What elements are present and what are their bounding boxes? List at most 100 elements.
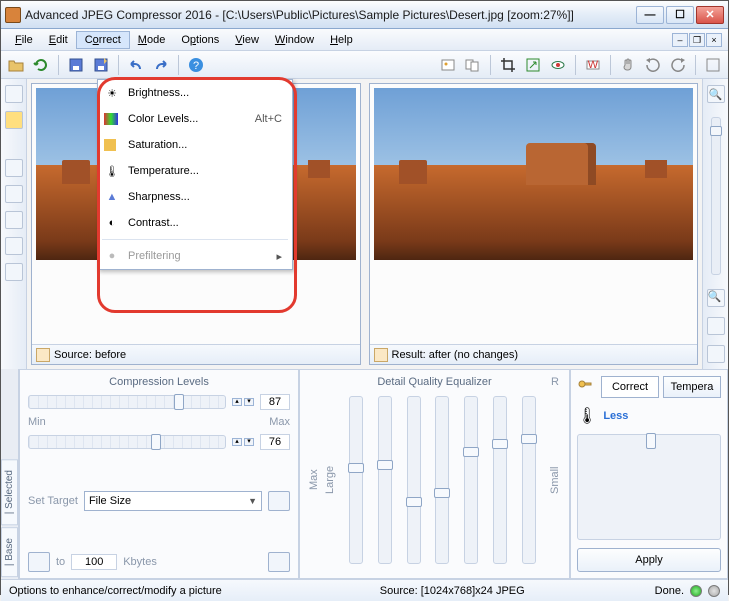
dock-tool2-icon[interactable] — [5, 185, 23, 203]
titlebar: Advanced JPEG Compressor 2016 - [C:\User… — [1, 1, 728, 29]
tab-temperature[interactable]: Tempera — [663, 376, 721, 398]
left-dock — [1, 79, 27, 369]
tab-selected[interactable]: | Selected — [1, 459, 18, 525]
compression-value-2[interactable]: 76 — [260, 434, 290, 450]
spin-down-1[interactable]: ▾ — [244, 398, 254, 406]
result-pane: Result: after (no changes) — [369, 83, 699, 365]
minimize-button[interactable]: — — [636, 6, 664, 24]
zoom-in-icon[interactable]: 🔍 — [707, 85, 725, 103]
menu-saturation[interactable]: Saturation... — [98, 132, 292, 158]
menu-prefiltering[interactable]: ●Prefiltering▸ — [98, 243, 292, 269]
eq-slider-1[interactable] — [349, 396, 363, 564]
crop-icon[interactable] — [497, 54, 519, 76]
eq-small-label: Small — [549, 466, 561, 494]
fit-window-icon[interactable] — [707, 317, 725, 335]
target-action-button[interactable] — [268, 491, 290, 511]
redeye-icon[interactable] — [547, 54, 569, 76]
compression-value-1[interactable]: 87 — [260, 394, 290, 410]
menu-mode[interactable]: Mode — [130, 32, 174, 48]
dock-tool3-icon[interactable] — [5, 211, 23, 229]
zoom-slider[interactable] — [711, 117, 721, 275]
fullscreen-icon[interactable] — [702, 54, 724, 76]
spin-up-1[interactable]: ▴ — [232, 398, 242, 406]
eq-slider-6[interactable] — [493, 396, 507, 564]
eq-large-label: Large — [324, 466, 336, 494]
actual-size-icon[interactable] — [707, 345, 725, 363]
save-as-icon[interactable] — [90, 54, 112, 76]
copy-image-icon[interactable] — [462, 54, 484, 76]
result-caption-icon — [374, 348, 388, 362]
target-size-input[interactable]: 100 — [71, 554, 117, 570]
doc-minimize-button[interactable]: – — [672, 33, 688, 47]
reload-icon[interactable] — [30, 54, 52, 76]
menu-view[interactable]: View — [227, 32, 267, 48]
dock-tool1-icon[interactable] — [5, 159, 23, 177]
eq-slider-4[interactable] — [435, 396, 449, 564]
menu-contrast[interactable]: ◐Contrast... — [98, 210, 292, 236]
resize-icon[interactable] — [522, 54, 544, 76]
main-toolbar: ? W — [1, 51, 728, 79]
contrast-icon: ◐ — [104, 215, 120, 231]
compression-slider-2[interactable] — [28, 435, 226, 449]
menu-edit[interactable]: Edit — [41, 32, 76, 48]
apply-size-button[interactable] — [268, 552, 290, 572]
result-caption: Result: after (no changes) — [392, 349, 519, 361]
tab-correct[interactable]: Correct — [601, 376, 659, 398]
save-icon[interactable] — [65, 54, 87, 76]
menu-window[interactable]: Window — [267, 32, 322, 48]
menu-help[interactable]: Help — [322, 32, 361, 48]
menu-sharpness[interactable]: ▲Sharpness... — [98, 184, 292, 210]
eq-slider-5[interactable] — [464, 396, 478, 564]
result-image[interactable] — [370, 84, 698, 344]
maximize-button[interactable]: ☐ — [666, 6, 694, 24]
menu-temperature[interactable]: 🌡Temperature... — [98, 158, 292, 184]
apply-button[interactable]: Apply — [577, 548, 721, 572]
dock-key-icon[interactable] — [5, 111, 23, 129]
hand-icon[interactable] — [617, 54, 639, 76]
dock-tool5-icon[interactable] — [5, 263, 23, 281]
tab-base[interactable]: | Base — [1, 527, 18, 577]
menu-correct[interactable]: Correct — [76, 31, 130, 49]
menu-color-levels[interactable]: Color Levels...Alt+C — [98, 106, 292, 132]
target-tool-button[interactable] — [28, 552, 50, 572]
bottom-panels: | Selected | Base Compression Levels ▴▾ … — [1, 369, 728, 579]
target-combo[interactable]: File Size▼ — [84, 491, 262, 511]
to-label: to — [56, 556, 65, 568]
max-label: Max — [269, 416, 290, 428]
watermark-icon[interactable]: W — [582, 54, 604, 76]
temperature-slider[interactable] — [577, 434, 721, 540]
correct-dropdown: ☀Brightness... Color Levels...Alt+C Satu… — [97, 79, 293, 270]
help-icon[interactable]: ? — [185, 54, 207, 76]
submenu-arrow-icon: ▸ — [276, 250, 282, 263]
eq-slider-7[interactable] — [522, 396, 536, 564]
dock-thumbnails-icon[interactable] — [5, 85, 23, 103]
app-icon — [5, 7, 21, 23]
redo-icon[interactable] — [150, 54, 172, 76]
doc-close-button[interactable]: × — [706, 33, 722, 47]
spin-up-2[interactable]: ▴ — [232, 438, 242, 446]
left-vertical-tabs: | Selected | Base — [1, 369, 19, 579]
menu-options[interactable]: Options — [173, 32, 227, 48]
right-dock: 🔍 🔍 — [702, 79, 728, 369]
close-button[interactable]: ✕ — [696, 6, 724, 24]
eq-reset[interactable]: R — [551, 376, 559, 388]
eq-slider-3[interactable] — [407, 396, 421, 564]
menu-file[interactable]: File — [7, 32, 41, 48]
source-caption-icon — [36, 348, 50, 362]
compression-title: Compression Levels — [28, 376, 290, 388]
dock-tool4-icon[interactable] — [5, 237, 23, 255]
zoom-out-icon[interactable]: 🔍 — [707, 289, 725, 307]
menu-brightness[interactable]: ☀Brightness... — [98, 80, 292, 106]
doc-restore-button[interactable]: ❐ — [689, 33, 705, 47]
eq-slider-2[interactable] — [378, 396, 392, 564]
thermometer-icon: 🌡 — [577, 406, 597, 426]
eq-title: Detail Quality Equalizer — [377, 376, 491, 388]
spin-down-2[interactable]: ▾ — [244, 438, 254, 446]
compression-slider-1[interactable] — [28, 395, 226, 409]
preview-icon[interactable] — [437, 54, 459, 76]
open-icon[interactable] — [5, 54, 27, 76]
rotate-right-icon[interactable] — [667, 54, 689, 76]
brightness-icon: ☀ — [104, 85, 120, 101]
undo-icon[interactable] — [125, 54, 147, 76]
rotate-left-icon[interactable] — [642, 54, 664, 76]
